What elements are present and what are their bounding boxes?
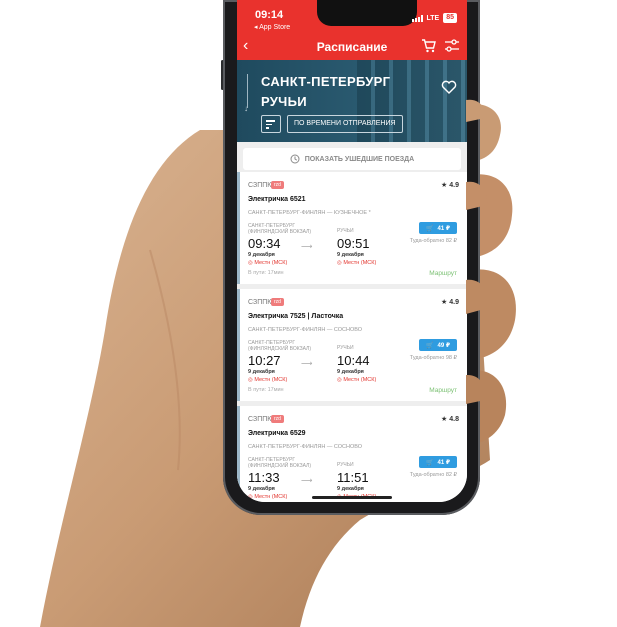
roundtrip-price: Туда-обратно 82 ₽ bbox=[409, 472, 457, 478]
sort-by-departure-button[interactable]: ПО ВРЕМЕНИ ОТПРАВЛЕНИЯ bbox=[287, 115, 403, 133]
departure-timezone: ◎ Местн (МСК) bbox=[248, 377, 288, 383]
train-name: Электричка 6521 bbox=[248, 196, 306, 203]
notch bbox=[317, 0, 417, 26]
departure-timezone: ◎ Местн (МСК) bbox=[248, 494, 288, 500]
show-past-label: ПОКАЗАТЬ УШЕДШИЕ ПОЕЗДА bbox=[304, 155, 415, 163]
rating-value: 4.9 bbox=[449, 182, 459, 189]
filter-icon[interactable] bbox=[444, 39, 460, 53]
arrival-timezone: ◎ Местн (МСК) bbox=[337, 260, 377, 266]
train-card[interactable]: СЗППК rzd ★ 4.8 Электричка 6529 САНКТ-ПЕ… bbox=[237, 406, 467, 502]
sort-icon-button[interactable] bbox=[261, 115, 281, 133]
buy-ticket-button[interactable]: 🛒 41 ₽ bbox=[419, 456, 457, 468]
arrival-timezone: ◎ Местн (МСК) bbox=[337, 377, 377, 383]
rating: ★ 4.8 bbox=[441, 415, 459, 423]
rating-value: 4.9 bbox=[449, 299, 459, 306]
buy-ticket-button[interactable]: 🛒 41 ₽ bbox=[419, 222, 457, 234]
rzd-badge: rzd bbox=[271, 298, 284, 306]
train-name: Электричка 7525 | Ласточка bbox=[248, 313, 344, 320]
train-line: САНКТ-ПЕТЕРБУРГ-ФИНЛЯН — КУЗНЕЧНОЕ * bbox=[248, 210, 371, 216]
arrival-time: 09:51 bbox=[337, 236, 370, 251]
cart-icon: 🛒 bbox=[426, 225, 434, 232]
rating-value: 4.8 bbox=[449, 416, 459, 423]
buy-ticket-button[interactable]: 🛒 49 ₽ bbox=[419, 339, 457, 351]
roundtrip-price: Туда-обратно 98 ₽ bbox=[409, 355, 457, 361]
arrival-timezone-label: Местн (МСК) bbox=[343, 260, 377, 266]
arrival-timezone-label: Местн (МСК) bbox=[343, 377, 377, 383]
travel-time: В пути: 17мин bbox=[248, 270, 284, 276]
rating: ★ 4.9 bbox=[441, 181, 459, 189]
departure-station: САНКТ-ПЕТЕРБУРГ (ФИНЛЯНДСКИЙ ВОКЗАЛ) bbox=[248, 340, 311, 352]
route-link[interactable]: Маршрут bbox=[429, 387, 457, 394]
home-indicator bbox=[312, 496, 392, 499]
arrival-station: РУЧЬИ bbox=[337, 462, 354, 468]
route-banner: ↓ САНКТ-ПЕТЕРБУРГ РУЧЬИ ПО ВРЕМЕНИ ОТПРА… bbox=[237, 60, 467, 142]
train-card[interactable]: СЗППК rzd ★ 4.9 Электричка 7525 | Ласточ… bbox=[237, 289, 467, 401]
departure-station: САНКТ-ПЕТЕРБУРГ (ФИНЛЯНДСКИЙ ВОКЗАЛ) bbox=[248, 457, 311, 469]
train-line: САНКТ-ПЕТЕРБУРГ-ФИНЛЯН — СОСНОВО bbox=[248, 327, 362, 333]
arrival-time: 10:44 bbox=[337, 353, 370, 368]
cart-icon: 🛒 bbox=[426, 459, 434, 466]
arrow-icon: ⟶ bbox=[301, 359, 313, 368]
arrival-time: 11:51 bbox=[337, 470, 369, 485]
star-icon: ★ bbox=[441, 416, 448, 423]
star-icon: ★ bbox=[441, 299, 448, 306]
price: 41 ₽ bbox=[437, 459, 450, 466]
phone-screen: 09:14 ◂ App Store LTE 85 ‹ Расписание ↓ … bbox=[237, 0, 467, 502]
card-accent-bar bbox=[237, 289, 240, 401]
cart-icon: 🛒 bbox=[426, 342, 434, 349]
travel-time: В пути: 17мин bbox=[248, 387, 284, 393]
train-name: Электричка 6529 bbox=[248, 430, 306, 437]
carrier-name: СЗППК bbox=[248, 416, 272, 423]
card-accent-bar bbox=[237, 172, 240, 284]
arrival-station: РУЧЬИ bbox=[337, 345, 354, 351]
rzd-badge: rzd bbox=[271, 415, 284, 423]
history-icon bbox=[290, 154, 300, 164]
arrival-date: 9 декабря bbox=[337, 252, 364, 258]
route-link[interactable]: Маршрут bbox=[429, 270, 457, 277]
route-to: РУЧЬИ bbox=[261, 94, 307, 109]
route-from: САНКТ-ПЕТЕРБУРГ bbox=[261, 74, 391, 89]
status-time: 09:14 bbox=[255, 9, 284, 21]
departure-time: 11:33 bbox=[248, 470, 280, 485]
arrow-icon: ⟶ bbox=[301, 242, 313, 251]
card-accent-bar bbox=[237, 406, 240, 502]
route-end-icon: ↓ bbox=[244, 104, 248, 113]
status-indicators: LTE 85 bbox=[411, 13, 457, 23]
departure-timezone-label: Местн (МСК) bbox=[254, 260, 288, 266]
arrival-date: 9 декабря bbox=[337, 486, 364, 492]
favorite-heart-icon[interactable] bbox=[441, 80, 457, 94]
departure-time: 09:34 bbox=[248, 236, 281, 251]
carrier-name: СЗППК bbox=[248, 299, 272, 306]
price: 49 ₽ bbox=[437, 342, 450, 349]
departure-time: 10:27 bbox=[248, 353, 281, 368]
departure-date: 9 декабря bbox=[248, 252, 275, 258]
roundtrip-price: Туда-обратно 82 ₽ bbox=[409, 238, 457, 244]
departure-timezone-label: Местн (МСК) bbox=[254, 377, 288, 383]
star-icon: ★ bbox=[441, 182, 448, 189]
back-to-app-store[interactable]: ◂ App Store bbox=[254, 23, 290, 31]
departure-timezone: ◎ Местн (МСК) bbox=[248, 260, 288, 266]
app-header: 09:14 ◂ App Store LTE 85 ‹ Расписание bbox=[237, 0, 467, 60]
price: 41 ₽ bbox=[437, 225, 450, 232]
network-label: LTE bbox=[426, 14, 440, 22]
signal-icon bbox=[411, 14, 423, 22]
show-past-trains-button[interactable]: ПОКАЗАТЬ УШЕДШИЕ ПОЕЗДА bbox=[243, 148, 461, 170]
departure-station: САНКТ-ПЕТЕРБУРГ (ФИНЛЯНДСКИЙ ВОКЗАЛ) bbox=[248, 223, 311, 235]
arrival-station: РУЧЬИ bbox=[337, 228, 354, 234]
arrival-date: 9 декабря bbox=[337, 369, 364, 375]
battery-icon: 85 bbox=[443, 13, 457, 23]
rating: ★ 4.9 bbox=[441, 298, 459, 306]
cart-icon[interactable] bbox=[421, 38, 437, 54]
departure-date: 9 декабря bbox=[248, 369, 275, 375]
train-line: САНКТ-ПЕТЕРБУРГ-ФИНЛЯН — СОСНОВО bbox=[248, 444, 362, 450]
arrow-icon: ⟶ bbox=[301, 476, 313, 485]
carrier-name: СЗППК bbox=[248, 182, 272, 189]
route-line bbox=[247, 74, 248, 108]
rzd-badge: rzd bbox=[271, 181, 284, 189]
departure-date: 9 декабря bbox=[248, 486, 275, 492]
train-card[interactable]: СЗППК rzd ★ 4.9 Электричка 6521 САНКТ-ПЕ… bbox=[237, 172, 467, 284]
departure-timezone-label: Местн (МСК) bbox=[254, 494, 288, 500]
